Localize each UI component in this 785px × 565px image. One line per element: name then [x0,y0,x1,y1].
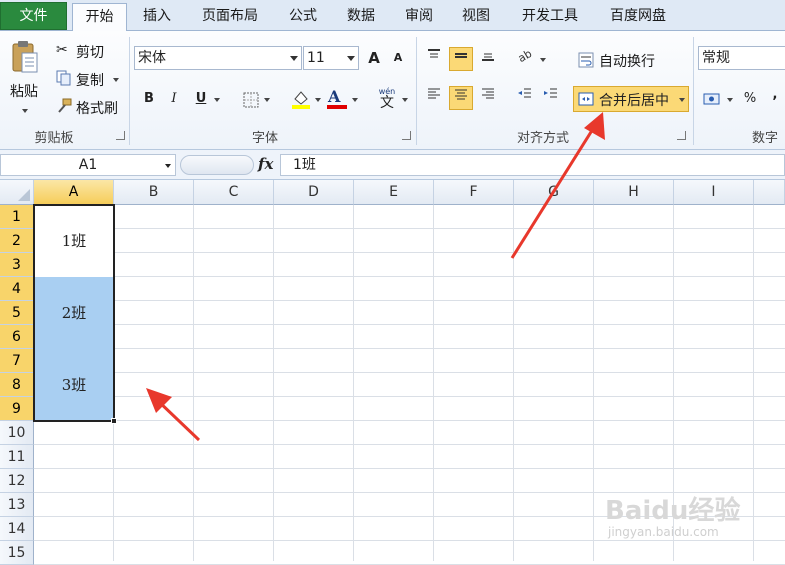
arrow-to-merge-button [510,112,605,259]
annotation-arrows [146,112,605,442]
arrow-to-merged-cells [146,388,201,442]
